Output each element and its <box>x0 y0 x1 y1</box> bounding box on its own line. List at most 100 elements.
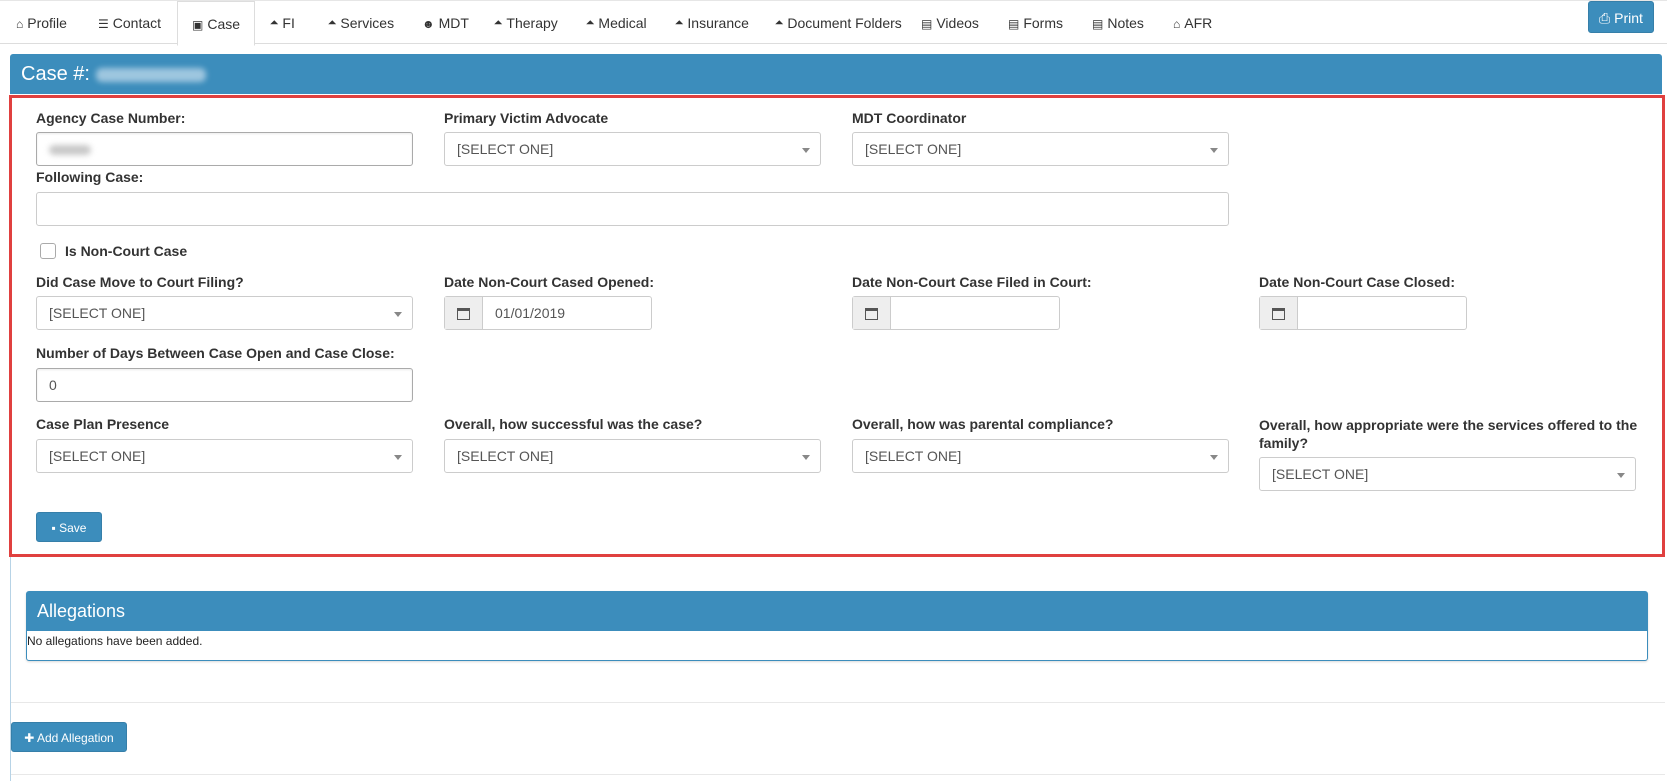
agency-case-number-input[interactable] <box>36 132 413 166</box>
did-case-move-label: Did Case Move to Court Filing? <box>36 274 244 290</box>
tab-forms[interactable]: ▤ Forms <box>1008 1 1063 45</box>
chevron-down-icon <box>1210 455 1218 460</box>
date-closed-input[interactable] <box>1259 296 1467 330</box>
nav-tabs: ⌂ Profile ☰ Contact ▣ Case 🞁 FI 🞁 Services ☻ M… <box>0 0 1667 46</box>
home-icon: ⌂ <box>16 17 24 31</box>
calendar-button[interactable] <box>853 297 891 329</box>
primary-victim-advocate-select[interactable]: [SELECT ONE] <box>444 132 821 166</box>
tab-contact[interactable]: ☰ Contact <box>98 1 161 45</box>
tab-profile[interactable]: ⌂ Profile <box>16 1 67 45</box>
divider <box>11 702 1665 703</box>
person-icon: 🞁 <box>775 17 784 31</box>
case-panel-header: Case #: <box>10 54 1662 94</box>
tab-medical[interactable]: 🞁 Medical <box>586 1 647 45</box>
print-label: Print <box>1614 10 1643 26</box>
following-case-input[interactable] <box>36 192 1229 226</box>
print-button[interactable]: ⎙ Print <box>1588 1 1654 33</box>
person-icon: 🞁 <box>675 17 684 31</box>
chevron-down-icon <box>394 312 402 317</box>
tab-label: Medical <box>598 15 647 31</box>
calendar-button[interactable] <box>445 297 483 329</box>
case-plan-presence-label: Case Plan Presence <box>36 416 170 432</box>
tab-afr[interactable]: ⌂ AFR <box>1173 1 1212 45</box>
tab-label: AFR <box>1184 15 1213 31</box>
file-icon: ▤ <box>1008 17 1020 31</box>
tab-label: Notes <box>1107 15 1144 31</box>
chevron-down-icon <box>394 455 402 460</box>
tab-services[interactable]: 🞁 Services <box>328 1 394 45</box>
days-between-input[interactable]: 0 <box>36 368 413 402</box>
date-opened-label: Date Non-Court Cased Opened: <box>444 274 655 290</box>
calendar-icon <box>457 308 470 321</box>
date-opened-input[interactable]: 01/01/2019 <box>444 296 652 330</box>
select-value: [SELECT ONE] <box>457 448 554 464</box>
select-value: [SELECT ONE] <box>49 448 146 464</box>
overall-compliance-select[interactable]: [SELECT ONE] <box>852 439 1229 473</box>
tab-label: Therapy <box>506 15 558 31</box>
file-video-icon: ▤ <box>921 17 933 31</box>
calendar-icon <box>865 308 878 321</box>
tab-label: Services <box>340 15 395 31</box>
allegations-panel: Allegations No allegations have been add… <box>26 591 1648 661</box>
save-label: Save <box>59 521 87 535</box>
tab-case[interactable]: ▣ Case <box>177 1 256 46</box>
tab-label: Videos <box>936 15 979 31</box>
did-case-move-select[interactable]: [SELECT ONE] <box>36 296 413 330</box>
date-filed-label: Date Non-Court Case Filed in Court: <box>852 274 1092 290</box>
days-between-label: Number of Days Between Case Open and Cas… <box>36 345 395 361</box>
tab-notes[interactable]: ▤ Notes <box>1092 1 1144 45</box>
list-icon: ☰ <box>98 17 109 31</box>
select-value: [SELECT ONE] <box>49 305 146 321</box>
non-court-case-checkbox[interactable] <box>40 243 56 259</box>
overall-success-label: Overall, how successful was the case? <box>444 416 703 432</box>
tab-fi[interactable]: 🞁 FI <box>270 1 295 45</box>
chevron-down-icon <box>1617 473 1625 478</box>
allegations-title: Allegations <box>27 592 1647 631</box>
person-icon: 🞁 <box>586 17 595 31</box>
redacted-case-number <box>95 67 206 82</box>
calendar-icon <box>1272 308 1285 321</box>
save-button[interactable]: ▪ Save <box>36 512 102 542</box>
chevron-down-icon <box>802 148 810 153</box>
overall-services-select[interactable]: [SELECT ONE] <box>1259 457 1636 491</box>
select-value: [SELECT ONE] <box>865 141 962 157</box>
add-allegation-label: Add Allegation <box>37 731 114 745</box>
tab-label: Case <box>207 16 241 32</box>
days-between-value: 0 <box>49 377 57 393</box>
agency-case-number-label: Agency Case Number: <box>36 110 186 126</box>
divider <box>11 774 1665 775</box>
print-icon: ⎙ <box>1599 10 1611 26</box>
home-icon: ⌂ <box>1173 17 1181 31</box>
tab-label: Insurance <box>687 15 749 31</box>
select-value: [SELECT ONE] <box>457 141 554 157</box>
floppy-disk-icon: ▪ <box>51 521 56 535</box>
calendar-button[interactable] <box>1260 297 1298 329</box>
tab-label: Document Folders <box>787 15 902 31</box>
add-allegation-button[interactable]: ✚ Add Allegation <box>11 722 127 752</box>
tab-insurance[interactable]: 🞁 Insurance <box>675 1 749 45</box>
tab-therapy[interactable]: 🞁 Therapy <box>494 1 558 45</box>
tab-mdt[interactable]: ☻ MDT <box>422 1 469 45</box>
overall-compliance-label: Overall, how was parental compliance? <box>852 416 1114 432</box>
mdt-coordinator-label: MDT Coordinator <box>852 110 967 126</box>
tab-videos[interactable]: ▤ Videos <box>921 1 979 45</box>
tab-label: Profile <box>27 15 67 31</box>
briefcase-icon: ▣ <box>192 18 204 32</box>
tab-label: FI <box>282 15 295 31</box>
file-text-icon: ▤ <box>1092 17 1104 31</box>
person-icon: 🞁 <box>328 17 337 31</box>
chevron-down-icon <box>802 455 810 460</box>
case-plan-presence-select[interactable]: [SELECT ONE] <box>36 439 413 473</box>
tab-label: MDT <box>438 15 469 31</box>
overall-success-select[interactable]: [SELECT ONE] <box>444 439 821 473</box>
mdt-coordinator-select[interactable]: [SELECT ONE] <box>852 132 1229 166</box>
date-opened-value: 01/01/2019 <box>495 305 566 321</box>
non-court-case-label: Is Non-Court Case <box>65 243 188 259</box>
users-icon: ☻ <box>422 17 435 31</box>
tab-label: Forms <box>1023 15 1064 31</box>
date-filed-input[interactable] <box>852 296 1060 330</box>
select-value: [SELECT ONE] <box>865 448 962 464</box>
chevron-down-icon <box>1210 148 1218 153</box>
tab-document-folders[interactable]: 🞁 Document Folders <box>775 1 902 45</box>
overall-services-label: Overall, how appropriate were the servic… <box>1259 417 1638 451</box>
